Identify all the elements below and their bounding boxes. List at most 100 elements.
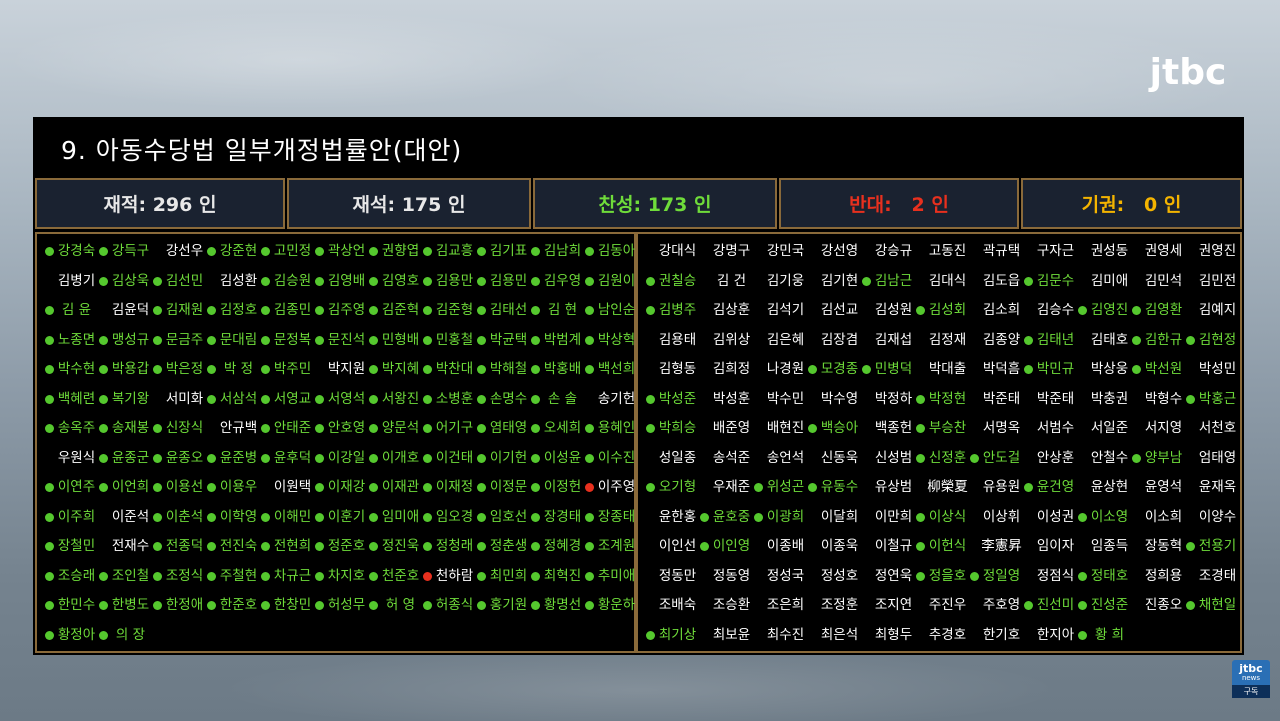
member-name: 김문수 [1024, 267, 1082, 296]
member-name: 이연주 [45, 473, 103, 502]
member-name: 이개호 [369, 444, 427, 473]
member-name-text: 유동수 [820, 479, 859, 495]
member-name-text: 허종식 [435, 597, 474, 613]
yes-vote-dot-icon [153, 306, 162, 315]
member-name: 박찬대 [423, 355, 481, 384]
yes-vote-dot-icon [153, 542, 162, 551]
member-name-text: 이주희 [57, 508, 96, 525]
member-name-text: 배준영 [712, 420, 751, 436]
yes-vote-dot-icon [153, 571, 162, 581]
yes-vote-dot-icon [261, 365, 270, 374]
member-name: 김주영 [315, 296, 373, 325]
member-name: 이용우 [207, 473, 265, 502]
member-name: 권영세 [1137, 237, 1190, 266]
member-name-text: 서천호 [1198, 420, 1237, 436]
yes-vote-dot-icon [207, 542, 216, 551]
yes-vote-dot-icon [45, 483, 54, 492]
jtbc-news-subscribe-badge[interactable]: jtbc news 구독 [1232, 660, 1270, 698]
member-name: 정혜경 [531, 532, 589, 561]
member-name: 허성무 [315, 591, 373, 620]
member-name: 우원식 [50, 444, 103, 473]
yes-vote-dot-icon [585, 601, 594, 610]
member-name: 서왕진 [369, 385, 427, 414]
member-name: 김선교 [813, 296, 866, 325]
member-name: 이언희 [99, 473, 157, 502]
member-name: 이만희 [867, 503, 920, 532]
member-name: 양부남 [1132, 444, 1190, 473]
member-name: 박 정 [207, 355, 265, 384]
yes-vote-dot-icon [45, 365, 54, 374]
yes-vote-dot-icon [261, 542, 270, 551]
member-name-text: 이광희 [766, 508, 805, 525]
member-name-text: 이상식 [928, 508, 967, 525]
member-name-text: 윤영석 [1144, 479, 1183, 495]
yes-vote-dot-icon [531, 247, 540, 256]
yes-vote-dot-icon [99, 483, 108, 492]
member-name-text: 윤한홍 [658, 508, 697, 525]
member-name: 이인선 [651, 532, 704, 561]
member-name-text: 강경숙 [57, 243, 96, 259]
member-name-text: 정준호 [327, 538, 366, 554]
yes-vote-dot-icon [261, 601, 270, 610]
yes-vote-dot-icon [153, 365, 162, 374]
member-name: 한지아 [1029, 621, 1082, 650]
yes-vote-dot-icon [1132, 306, 1141, 315]
member-name-text: 이종배 [766, 538, 805, 554]
yes-vote-dot-icon [207, 247, 216, 256]
yes-vote-dot-icon [315, 483, 324, 492]
member-name: 김소희 [975, 296, 1028, 325]
yes-vote-dot-icon [477, 571, 486, 581]
member-name: 서영석 [315, 385, 373, 414]
member-name-text: 백혜련 [57, 390, 96, 407]
member-row: 조승래 조인철 조정식 주철현 차규근 차지호 천준호 천하람 최민희 최혁진 추미애 [37, 562, 635, 591]
member-name: 윤한홍 [651, 503, 704, 532]
member-name-text: 황정아 [57, 626, 96, 643]
member-row: 김 윤 김윤덕 김재원 김정호 김종민 김주영 김준혁 김준형 김태선 김 현 남인순 [37, 296, 635, 325]
yes-vote-dot-icon [315, 601, 324, 610]
member-name: 정일영 [970, 562, 1028, 591]
member-name: 박수민 [759, 385, 812, 414]
member-name: 이건태 [423, 444, 481, 473]
member-name: 박상웅 [1083, 355, 1136, 384]
member-name-text: 염태영 [489, 420, 528, 436]
yes-vote-dot-icon [315, 306, 324, 315]
member-name-text: 김민전 [1198, 272, 1237, 289]
member-name-text: 임호선 [489, 508, 528, 525]
member-name: 김태년 [1024, 326, 1082, 355]
member-name-text: 안태준 [273, 420, 312, 436]
member-name: 고민정 [261, 237, 319, 266]
yes-vote-dot-icon [423, 483, 432, 492]
member-name: 유상범 [867, 473, 920, 502]
member-name-text: 김병기 [57, 272, 96, 289]
member-name: 김기웅 [759, 267, 812, 296]
yes-vote-dot-icon [477, 424, 486, 433]
member-name-text: 진종오 [1144, 597, 1183, 613]
member-name-text: 강준현 [219, 243, 258, 259]
yes-vote-dot-icon [646, 306, 655, 315]
yes-vote-dot-icon [862, 276, 871, 286]
member-name-text: 이연주 [57, 479, 96, 495]
yes-vote-dot-icon [531, 306, 540, 315]
yes-vote-dot-icon [261, 247, 270, 256]
member-row: 김용태 김위상 김은혜 김장겸 김재섭 김정재 김종양 김태년 김태호 김한규 김현정 [638, 326, 1240, 355]
member-name: 전종덕 [153, 532, 211, 561]
yes-vote-dot-icon [99, 394, 108, 404]
member-row: 박성준 박성훈 박수민 박수영 박정하 박정현 박준태 박준태 박충권 박형수 박홍근 [638, 385, 1240, 414]
member-name: 조배숙 [651, 591, 704, 620]
member-name-text: 조은희 [766, 597, 805, 613]
member-name-text: 박형수 [1144, 390, 1183, 407]
yes-vote-dot-icon [700, 542, 709, 551]
member-name: 서미화 [158, 385, 211, 414]
member-name-text: 구자근 [1036, 243, 1075, 259]
member-name-text: 윤준병 [219, 449, 258, 466]
member-name: 허종식 [423, 591, 481, 620]
member-name: 이종배 [759, 532, 812, 561]
member-name: 주진우 [921, 591, 974, 620]
yes-vote-dot-icon [153, 453, 162, 463]
yes-vote-dot-icon [585, 365, 594, 374]
member-name-text: 이소영 [1090, 508, 1129, 525]
member-name: 박지원 [320, 355, 373, 384]
member-name-text: 김준혁 [381, 302, 420, 318]
member-name-text: 김석기 [766, 302, 805, 318]
yes-vote-dot-icon [207, 335, 216, 345]
